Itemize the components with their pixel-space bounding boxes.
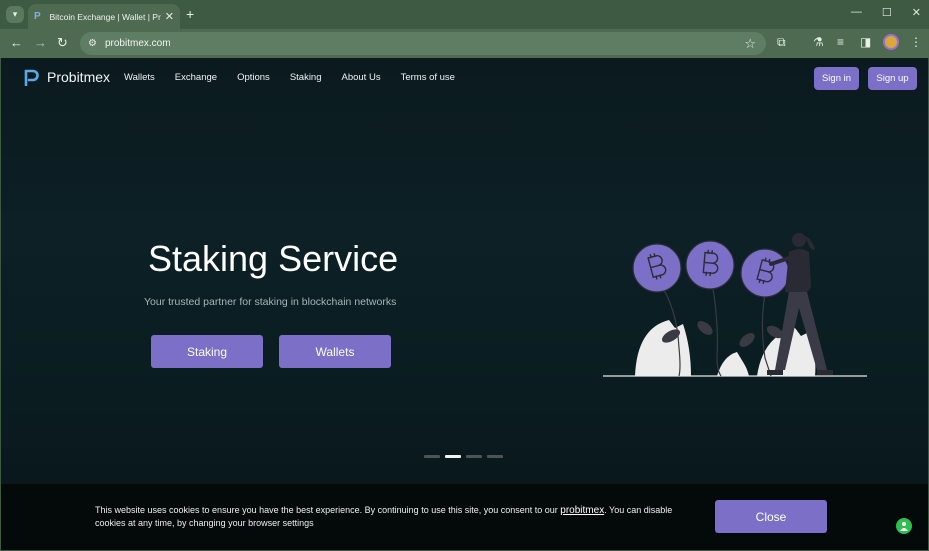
site-header: Probitmex Wallets Exchange Options Staki… [1, 58, 928, 98]
nav-staking[interactable]: Staking [290, 72, 322, 83]
logo-icon [24, 69, 39, 86]
forward-icon[interactable]: → [34, 35, 47, 50]
wallets-button[interactable]: Wallets [279, 335, 391, 368]
tab-strip: ▾ P Bitcoin Exchange | Wallet | Pro ✕ + … [0, 0, 929, 29]
menu-icon[interactable]: ⋮ [910, 35, 922, 49]
nav-terms[interactable]: Terms of use [401, 72, 455, 83]
sidebar-icon[interactable]: ◨ [860, 35, 871, 49]
browser-toolbar: ← → ↻ ⚙ probitmex.com ☆ ⧉ ⚗ ≡ ◨ ⋮ [0, 29, 929, 58]
carousel-dot[interactable] [466, 455, 482, 458]
cookie-message: This website uses cookies to ensure you … [95, 504, 705, 530]
logo[interactable]: Probitmex [23, 68, 110, 86]
avatar[interactable] [883, 34, 899, 50]
minimize-icon[interactable]: — [851, 6, 862, 19]
staking-button[interactable]: Staking [151, 335, 263, 368]
nav-exchange[interactable]: Exchange [175, 72, 217, 83]
site-info-icon[interactable]: ⚙ [88, 38, 97, 49]
close-button[interactable]: Close [715, 500, 827, 533]
labs-icon[interactable]: ⚗ [813, 35, 824, 49]
bitcoin-plant-illustration [603, 233, 867, 377]
carousel-dot-active[interactable] [445, 455, 461, 458]
cookie-banner: This website uses cookies to ensure you … [1, 484, 928, 550]
url-text[interactable]: probitmex.com [105, 38, 171, 49]
window-controls: — ☐ ✕ [851, 6, 921, 19]
sign-in-button[interactable]: Sign in [814, 67, 859, 90]
extensions-icon[interactable]: ⧉ [777, 35, 786, 50]
media-icon[interactable]: ≡ [837, 35, 844, 49]
reload-icon[interactable]: ↻ [57, 35, 68, 51]
hero-title: Staking Service [148, 238, 399, 279]
cookie-link[interactable]: probitmex [560, 505, 604, 516]
maximize-icon[interactable]: ☐ [882, 6, 892, 19]
sign-up-button[interactable]: Sign up [868, 67, 917, 90]
address-bar[interactable]: ⚙ probitmex.com ☆ [80, 32, 766, 55]
carousel-indicators [424, 455, 503, 458]
brand-name: Probitmex [47, 69, 111, 85]
plus-icon[interactable]: + [186, 6, 194, 22]
main-nav: Wallets Exchange Options Staking About U… [124, 72, 475, 83]
tab-title: Bitcoin Exchange | Wallet | Pro [49, 11, 161, 22]
nav-about-us[interactable]: About Us [342, 72, 381, 83]
back-icon[interactable]: ← [10, 35, 23, 50]
help-icon[interactable] [896, 518, 912, 534]
window-close-icon[interactable]: ✕ [912, 6, 921, 19]
page-viewport: Probitmex Wallets Exchange Options Staki… [1, 58, 928, 550]
browser-chrome: ▾ P Bitcoin Exchange | Wallet | Pro ✕ + … [0, 0, 929, 58]
carousel-dot[interactable] [424, 455, 440, 458]
nav-wallets[interactable]: Wallets [124, 72, 155, 83]
cookie-text-before: This website uses cookies to ensure you … [95, 505, 561, 515]
hero-subtitle: Your trusted partner for staking in bloc… [144, 296, 397, 308]
close-icon[interactable]: ✕ [165, 10, 174, 23]
browser-tab[interactable]: P Bitcoin Exchange | Wallet | Pro ✕ [28, 4, 180, 29]
star-icon[interactable]: ☆ [744, 36, 756, 52]
nav-options[interactable]: Options [237, 72, 270, 83]
tab-search-icon[interactable]: ▾ [6, 6, 24, 23]
favicon-icon: P [34, 11, 41, 22]
carousel-dot[interactable] [487, 455, 503, 458]
